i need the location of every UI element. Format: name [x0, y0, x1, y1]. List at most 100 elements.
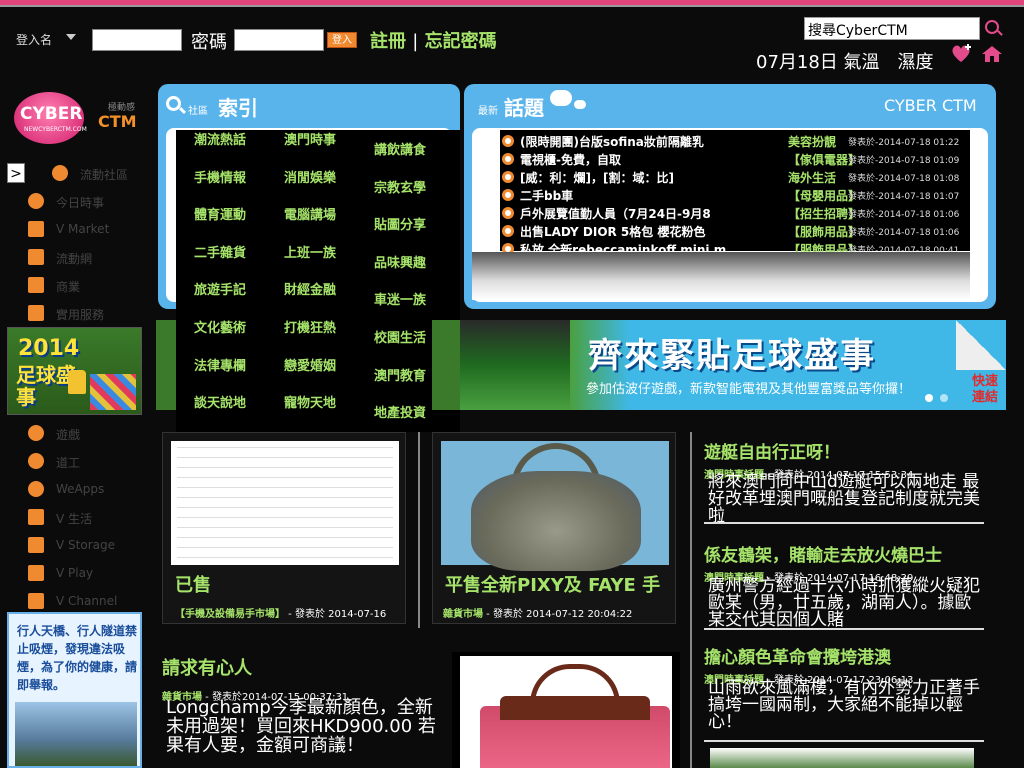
post-thumbnail	[171, 441, 399, 565]
site-logo[interactable]: CYBER NEWCYBERCTM.COM 極動感 CTM	[14, 92, 144, 152]
sidebar-item-weapps[interactable]: WeApps	[28, 479, 148, 501]
topic-title[interactable]: 出售LADY DIOR 5格包 櫻花粉色	[520, 223, 788, 240]
topic-bullet-icon	[502, 207, 514, 219]
post-card[interactable]	[452, 652, 680, 768]
forum-category-link[interactable]: 戀愛婚姻	[284, 358, 344, 376]
topics-small-label: 最新	[478, 106, 498, 117]
news-title[interactable]: 擔心顏色革命會攬垮港澳	[704, 643, 891, 668]
forum-category-link[interactable]: 旅遊手記	[194, 282, 254, 300]
post-meta: 【手機及設備易手市場】 - 發表於 2014-07-16	[175, 609, 387, 620]
banner-edge-left	[156, 320, 176, 410]
search-input[interactable]: 搜尋CyberCTM	[804, 17, 980, 40]
heart-plus-icon[interactable]	[950, 44, 972, 64]
sidebar-item-services[interactable]: 實用服務	[28, 303, 148, 325]
globe-icon	[28, 193, 44, 209]
topic-title[interactable]: [威：利：爛]，[割：域：比]	[520, 169, 788, 186]
topic-category[interactable]: 美容扮靚	[788, 133, 836, 150]
forum-category-link[interactable]: 體育運動	[194, 207, 254, 225]
chat-bubble-icon	[52, 165, 68, 181]
sidebar-item-vmarket[interactable]: V Market	[28, 219, 148, 241]
post-title[interactable]: 請求有心人	[162, 654, 252, 680]
sidebar-item-vstorage[interactable]: V Storage	[28, 535, 148, 557]
no-smoking-ad[interactable]: 行人天橋、行人隧道禁止吸煙，發現違法吸煙，為了你的健康，請即舉報。	[7, 612, 142, 768]
post-card[interactable]: 已售 【手機及設備易手市場】 - 發表於 2014-07-16	[162, 432, 406, 624]
forum-category-link[interactable]: 文化藝術	[194, 320, 254, 338]
post-forum[interactable]: 【手機及設備易手市場】	[175, 609, 285, 620]
forum-category-link[interactable]: 澳門時事	[284, 132, 344, 150]
news-thumbnail	[710, 748, 974, 768]
carousel-dot[interactable]	[940, 394, 948, 402]
forum-category-link[interactable]: 財經金融	[284, 282, 344, 300]
sidebar-item-vchannel[interactable]: V Channel	[28, 591, 148, 613]
chevron-down-icon[interactable]	[66, 34, 76, 40]
forum-category-link[interactable]: 貼圖分享	[374, 217, 444, 235]
forum-category-link[interactable]: 寵物天地	[284, 395, 344, 413]
forum-category-link[interactable]: 上班一族	[284, 245, 344, 263]
banner-text: 足球盛事	[16, 363, 76, 409]
topic-date: 發表於-2014-07-18 01:06	[848, 210, 960, 220]
forum-category-link[interactable]: 電腦講場	[284, 207, 344, 225]
forum-category-link[interactable]: 二手雜貨	[194, 245, 254, 263]
sidebar-item-vlife[interactable]: V 生活	[28, 507, 148, 529]
home-icon[interactable]	[980, 44, 1004, 64]
news-title[interactable]: 遊艇自由行正呀！	[704, 438, 840, 463]
post-title[interactable]: 平售全新PIXY及 FAYE 手	[445, 571, 671, 597]
password-field[interactable]	[234, 29, 324, 51]
forum-category-link[interactable]: 手機情報	[194, 170, 254, 188]
forum-category-link[interactable]: 宗教玄學	[374, 180, 444, 198]
topic-date: 發表於-2014-07-18 01:08	[848, 174, 960, 184]
sidebar-item-news[interactable]: 今日時事	[28, 191, 148, 213]
topic-row[interactable]: 二手bb車 【母嬰用品】 發表於-2014-07-18 01:07	[500, 186, 970, 204]
forum-category-link[interactable]: 品味興趣	[374, 255, 444, 273]
sidebar-item-business[interactable]: 商業	[28, 275, 148, 297]
forum-category-link[interactable]: 談天說地	[194, 395, 254, 413]
sidebar-item-vplay[interactable]: V Play	[28, 563, 148, 585]
sidebar-toggle[interactable]: >	[7, 163, 25, 183]
topics-title: 話題	[504, 96, 544, 120]
topic-title[interactable]: 二手bb車	[520, 187, 788, 204]
topic-row[interactable]: (限時開團)台版sofina妝前隔離乳 美容扮靚 發表於-2014-07-18 01…	[500, 132, 970, 150]
sidebar-item-games[interactable]: 遊戲	[28, 423, 148, 445]
carousel-dot[interactable]	[925, 394, 933, 402]
forum-category-link[interactable]: 消閒娛樂	[284, 170, 344, 188]
topic-bullet-icon	[502, 189, 514, 201]
quick-link[interactable]: 快速連結	[972, 374, 1002, 406]
stadium-image	[460, 320, 570, 410]
worldcup-side-banner[interactable]: 2014 足球盛事	[7, 327, 142, 415]
post-card[interactable]: 平售全新PIXY及 FAYE 手 雜貨市場 - 發表於 2014-07-12 2…	[432, 432, 676, 624]
news-title[interactable]: 係友鶴架，賭輸走去放火燒巴士	[704, 541, 942, 566]
username-field[interactable]	[92, 29, 182, 51]
sidebar-item-label: 道工	[56, 456, 81, 470]
shirt-icon	[28, 221, 44, 237]
forum-category-link[interactable]: 打機狂熱	[284, 320, 344, 338]
topic-row[interactable]: 電視櫃-免費，自取 【傢俱電器】 發表於-2014-07-18 01:09	[500, 150, 970, 168]
forum-category-link[interactable]: 車迷一族	[374, 292, 444, 310]
forgot-password-link[interactable]: 忘記密碼	[425, 31, 497, 52]
worldcup-main-banner[interactable]: 齊來緊貼足球盛事 參加估波仔遊戲，新款智能電視及其他豐富獎品等你攞！ 快速連結	[460, 320, 1006, 410]
page-curl	[956, 320, 1006, 370]
login-select[interactable]: 登入名	[16, 31, 52, 48]
search-icon[interactable]	[985, 20, 999, 34]
sidebar-item-mobile-community[interactable]: 流動社區	[52, 163, 172, 185]
topic-title[interactable]: 戶外展覽值勤人員（7月24日-9月8	[520, 205, 788, 222]
register-link[interactable]: 註冊	[370, 31, 406, 52]
post-title[interactable]: 已售	[175, 571, 395, 597]
topic-row[interactable]: 出售LADY DIOR 5格包 櫻花粉色 【服飾用品】 發表於-2014-07-18…	[500, 222, 970, 240]
forum-category-link[interactable]: 潮流熱話	[194, 132, 254, 150]
topic-category[interactable]: 海外生活	[788, 169, 836, 186]
forum-category-link[interactable]: 法律專欄	[194, 358, 254, 376]
topic-title[interactable]: 電視櫃-免費，自取	[520, 151, 788, 168]
forum-category-link[interactable]: 講飲講食	[374, 142, 444, 160]
sidebar-item-mobile-web[interactable]: 流動網	[28, 247, 148, 269]
sidebar-item-label: 今日時事	[56, 196, 105, 210]
topic-row[interactable]: 戶外展覽值勤人員（7月24日-9月8 【招生招聘】 發表於-2014-07-18 0…	[500, 204, 970, 222]
post-forum[interactable]: 雜貨市場	[443, 609, 483, 620]
login-button[interactable]: 登入	[327, 32, 357, 48]
topic-date: 發表於-2014-07-18 01:07	[848, 192, 960, 202]
gray-handbag-image	[471, 471, 641, 571]
sidebar-item-tools[interactable]: 道工	[28, 451, 148, 473]
topic-title[interactable]: (限時開團)台版sofina妝前隔離乳	[520, 133, 788, 150]
topics-brand: CYBER CTM	[884, 96, 977, 115]
sidebar-item-label: V Market	[56, 222, 110, 236]
topic-row[interactable]: [威：利：爛]，[割：域：比] 海外生活 發表於-2014-07-18 01:08	[500, 168, 970, 186]
